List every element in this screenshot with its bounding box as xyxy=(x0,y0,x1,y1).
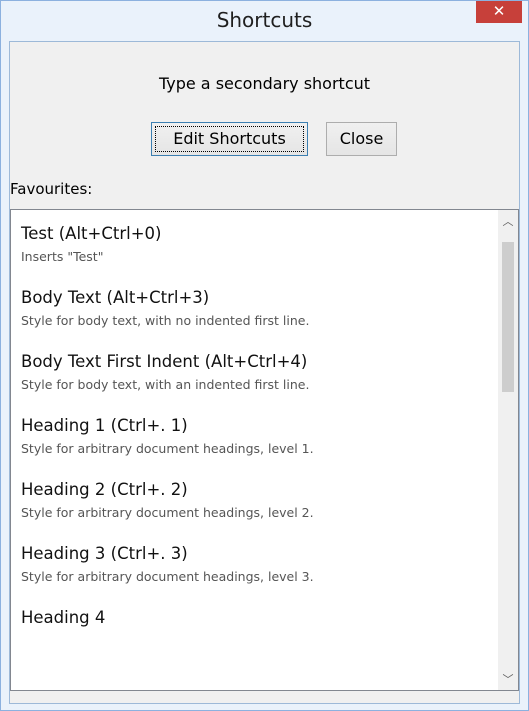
list-item[interactable]: Heading 1 (Ctrl+. 1) Style for arbitrary … xyxy=(21,412,479,476)
item-description: Style for arbitrary document headings, l… xyxy=(21,441,314,456)
scroll-up-button[interactable]: ︿ xyxy=(498,212,518,232)
focus-rectangle xyxy=(155,126,304,152)
list-item[interactable]: Body Text First Indent (Alt+Ctrl+4) Style… xyxy=(21,348,479,412)
favourites-label: Favourites: xyxy=(10,180,93,198)
window-title: Shortcuts xyxy=(216,8,313,32)
chevron-down-icon: ﹀ xyxy=(502,673,514,686)
favourites-items: Test (Alt+Ctrl+0) Inserts "Test" Body Text… xyxy=(21,220,479,668)
title-bar[interactable]: Shortcuts ✕ xyxy=(1,1,528,41)
shortcuts-dialog: Shortcuts ✕ Type a secondary shortcut Ed… xyxy=(0,0,529,711)
close-icon: ✕ xyxy=(492,2,506,20)
list-item[interactable]: Heading 4 xyxy=(21,604,479,668)
item-description: Style for arbitrary document headings, l… xyxy=(21,569,314,584)
close-button-label: Close xyxy=(339,129,384,148)
item-description: Style for body text, with an indented fi… xyxy=(21,377,310,392)
list-item[interactable]: Heading 2 (Ctrl+. 2) Style for arbitrary … xyxy=(21,476,479,540)
list-item[interactable]: Heading 3 (Ctrl+. 3) Style for arbitrary … xyxy=(21,540,479,604)
item-description: Inserts "Test" xyxy=(21,249,104,264)
item-title: Test (Alt+Ctrl+0) xyxy=(21,224,162,243)
favourites-list[interactable]: Test (Alt+Ctrl+0) Inserts "Test" Body Text… xyxy=(10,209,519,691)
item-title: Body Text (Alt+Ctrl+3) xyxy=(21,288,210,307)
item-title: Body Text First Indent (Alt+Ctrl+4) xyxy=(21,352,308,371)
item-description: Style for arbitrary document headings, l… xyxy=(21,505,314,520)
item-title: Heading 4 xyxy=(21,608,106,627)
chevron-up-icon: ︿ xyxy=(502,215,514,228)
item-title: Heading 2 (Ctrl+. 2) xyxy=(21,480,188,499)
item-title: Heading 1 (Ctrl+. 1) xyxy=(21,416,188,435)
close-window-button[interactable]: ✕ xyxy=(476,1,522,23)
dialog-body: Type a secondary shortcut Edit Shortcuts… xyxy=(9,41,520,704)
shortcut-prompt: Type a secondary shortcut xyxy=(158,74,371,93)
scroll-thumb[interactable] xyxy=(502,242,514,392)
item-title: Heading 3 (Ctrl+. 3) xyxy=(21,544,188,563)
vertical-scrollbar[interactable]: ︿ ﹀ xyxy=(498,210,518,690)
close-button[interactable]: Close xyxy=(326,122,397,156)
edit-shortcuts-button[interactable]: Edit Shortcuts xyxy=(151,122,308,156)
list-item[interactable]: Test (Alt+Ctrl+0) Inserts "Test" xyxy=(21,220,479,284)
scroll-down-button[interactable]: ﹀ xyxy=(498,670,518,690)
item-description: Style for body text, with no indented fi… xyxy=(21,313,310,328)
list-item[interactable]: Body Text (Alt+Ctrl+3) Style for body tex… xyxy=(21,284,479,348)
